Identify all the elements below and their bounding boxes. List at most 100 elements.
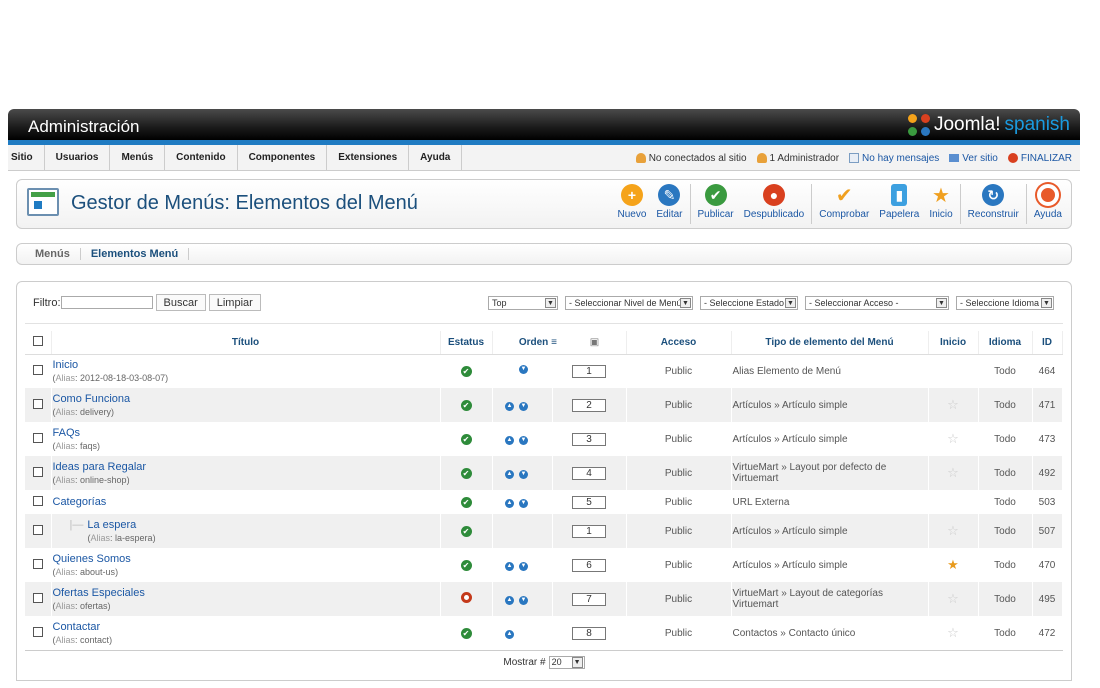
item-title-link[interactable]: Como Funciona [53,393,439,405]
move-up-icon[interactable]: ▲ [505,470,514,479]
move-up-icon[interactable]: ▲ [505,402,514,411]
move-up-icon[interactable]: ▲ [505,499,514,508]
row-checkbox[interactable] [32,466,43,477]
home-button[interactable]: ★ Inicio [924,184,957,221]
order-header[interactable]: Orden ≡ ▣ [492,331,627,355]
access-select[interactable]: - Seleccionar Acceso - ▼ [805,296,949,310]
order-input[interactable]: 1 [572,364,606,378]
order-input[interactable]: 5 [572,495,606,509]
row-checkbox[interactable] [32,592,43,603]
row-checkbox[interactable] [32,432,43,443]
star-icon[interactable]: ☆ [947,465,959,480]
checkin-button[interactable]: ✔ Comprobar [814,184,874,221]
move-down-icon[interactable]: ▼ [519,562,528,571]
move-up-icon[interactable]: ▲ [505,596,514,605]
star-icon[interactable]: ☆ [947,591,959,606]
item-title-link[interactable]: La espera [87,519,136,531]
access-header[interactable]: Acceso [626,331,732,355]
item-title-link[interactable]: FAQs [53,427,439,439]
search-button[interactable]: Buscar [155,294,206,311]
unpublished-icon[interactable] [460,592,472,603]
id-header[interactable]: ID [1032,331,1063,355]
star-icon[interactable]: ☆ [947,431,959,446]
menu-componentes[interactable]: Componentes [238,145,328,170]
logout-link[interactable]: FINALIZAR [1007,153,1072,164]
trash-icon: ▮ [891,184,908,206]
row-checkbox[interactable] [32,558,43,569]
row-checkbox[interactable] [32,524,43,535]
move-down-icon[interactable]: ▼ [519,436,528,445]
move-down-icon[interactable]: ▼ [519,499,528,508]
move-up-icon[interactable]: ▲ [505,630,514,639]
filter-search-input[interactable] [60,296,153,309]
move-down-icon[interactable]: ▼ [519,470,528,479]
item-title-link[interactable]: Ofertas Especiales [53,587,439,599]
language-select[interactable]: - Seleccione Idioma - ▼ [956,296,1054,310]
menu-extensiones[interactable]: Extensiones [327,145,410,170]
menu-sitio[interactable]: Sitio [8,145,45,170]
row-checkbox[interactable] [32,626,43,637]
star-icon[interactable]: ☆ [947,625,959,640]
type-header[interactable]: Tipo de elemento del Menú [731,331,929,355]
order-input[interactable]: 8 [572,626,606,640]
published-icon[interactable]: ✔ [460,496,472,508]
publish-button[interactable]: ✔ Publicar [693,184,739,220]
menu-select[interactable]: Top ▼ [488,296,558,310]
messages-link[interactable]: No hay mensajes [849,153,939,164]
published-icon[interactable]: ✔ [460,525,472,537]
star-icon[interactable]: ☆ [947,397,959,412]
edit-button[interactable]: ✎ Editar [651,184,687,220]
published-icon[interactable]: ✔ [460,467,472,479]
trash-button[interactable]: ▮ Papelera [874,184,924,220]
rebuild-button[interactable]: ↻ Reconstruir [963,184,1024,220]
published-icon[interactable]: ✔ [460,627,472,639]
language-header[interactable]: Idioma [978,331,1033,355]
move-down-icon[interactable]: ▼ [519,596,528,605]
help-button[interactable]: Ayuda [1029,184,1067,220]
order-input[interactable]: 3 [572,432,606,446]
new-button[interactable]: + Nuevo [612,184,651,220]
row-checkbox[interactable] [32,495,43,506]
menu-contenido[interactable]: Contenido [165,145,238,170]
home-cell: ☆ [928,582,979,616]
row-checkbox[interactable] [32,398,43,409]
star-icon[interactable]: ☆ [947,523,959,538]
row-checkbox[interactable] [32,364,43,375]
unpublish-button[interactable]: ● Despublicado [739,184,810,220]
submenu-items[interactable]: Elementos Menú [81,248,190,260]
title-header[interactable]: Título [51,331,441,355]
item-title-link[interactable]: Categorías [53,496,439,508]
default-star-icon[interactable]: ★ [947,557,959,572]
item-title-link[interactable]: Quienes Somos [53,553,439,565]
published-icon[interactable]: ✔ [460,433,472,445]
order-input[interactable]: 4 [572,466,606,480]
item-title-link[interactable]: Inicio [53,359,439,371]
published-icon[interactable]: ✔ [460,399,472,411]
item-title-link[interactable]: Ideas para Regalar [53,461,439,473]
home-header[interactable]: Inicio [928,331,979,355]
published-icon[interactable]: ✔ [460,559,472,571]
monitor-icon [949,154,960,162]
clear-button[interactable]: Limpiar [208,294,261,311]
level-select[interactable]: - Seleccionar Nivel de Menú - ▼ [565,296,693,310]
order-input[interactable]: 1 [572,524,606,538]
view-site-link[interactable]: Ver sitio [949,153,998,164]
order-input[interactable]: 2 [572,398,606,412]
order-input[interactable]: 7 [572,592,606,606]
submenu-menus[interactable]: Menús [25,248,81,260]
move-up-icon[interactable]: ▲ [505,562,514,571]
menu-menus[interactable]: Menús [110,145,166,170]
order-input[interactable]: 6 [572,558,606,572]
status-header[interactable]: Estatus [440,331,493,355]
move-down-icon[interactable]: ▼ [519,402,528,411]
item-title-link[interactable]: Contactar [53,621,439,633]
published-icon[interactable]: ✔ [460,365,472,377]
menu-ayuda[interactable]: Ayuda [409,145,463,170]
list-limit-select[interactable]: 20 ▼ [548,656,585,669]
state-select[interactable]: - Seleccione Estado - ▼ [700,296,798,310]
move-up-icon[interactable]: ▲ [505,436,514,445]
select-all-checkbox[interactable] [32,335,43,346]
move-down-icon[interactable]: ▼ [519,365,528,375]
menu-usuarios[interactable]: Usuarios [45,145,111,170]
save-order-icon[interactable]: ▣ [590,337,599,348]
